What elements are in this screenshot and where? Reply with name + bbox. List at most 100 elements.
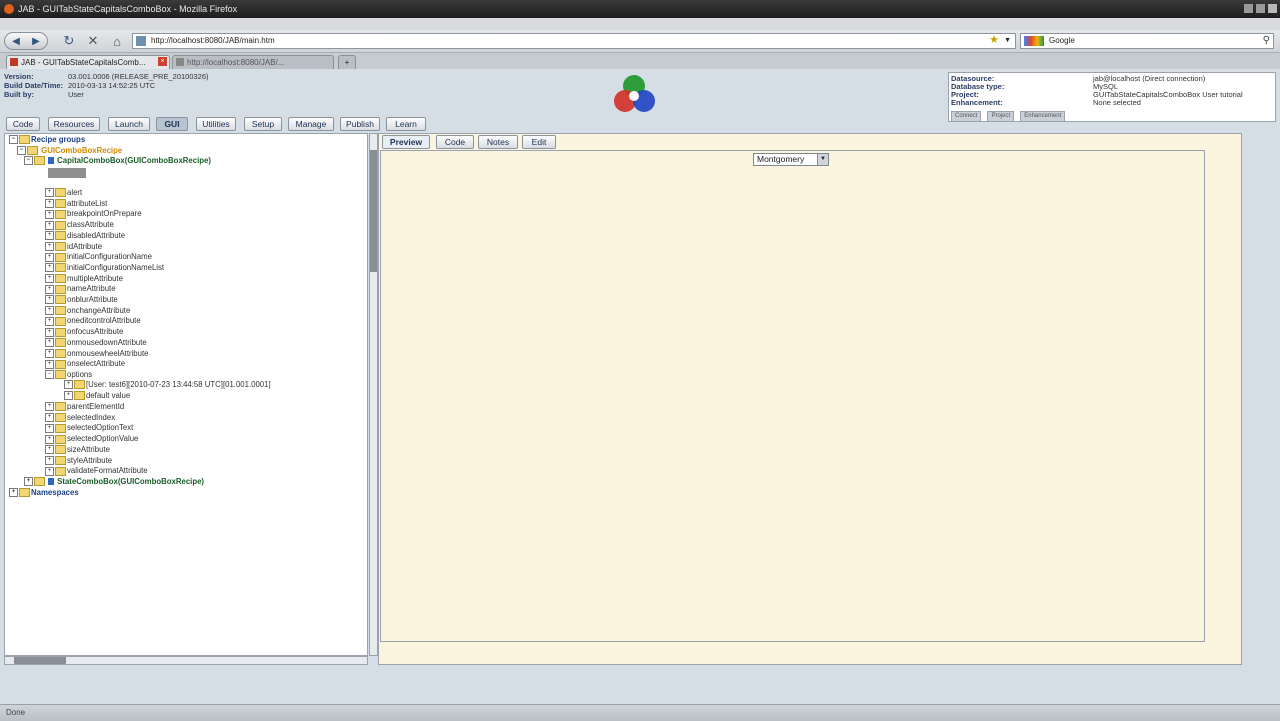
- expand-icon[interactable]: +: [45, 231, 54, 241]
- browser-tab[interactable]: http://localhost:8080/JAB/...: [172, 55, 334, 69]
- expand-icon[interactable]: +: [45, 209, 54, 219]
- forward-icon[interactable]: ▶: [26, 36, 46, 47]
- url-dropdown-icon[interactable]: ▼: [1004, 34, 1011, 48]
- expand-icon[interactable]: +: [45, 306, 54, 316]
- expand-icon[interactable]: +: [45, 402, 54, 412]
- tree-node-attribute[interactable]: + styleAttribute: [45, 456, 112, 465]
- tree-node-attribute[interactable]: + disabledAttribute: [45, 231, 125, 241]
- enhancement-button[interactable]: Enhancement: [1020, 111, 1066, 122]
- tab-gui[interactable]: GUI: [156, 117, 188, 131]
- expand-icon[interactable]: +: [45, 327, 54, 337]
- new-tab-button[interactable]: +: [338, 55, 356, 69]
- expand-icon[interactable]: +: [45, 316, 54, 326]
- expand-icon[interactable]: +: [45, 295, 54, 305]
- expand-icon[interactable]: +: [9, 488, 18, 498]
- expand-icon[interactable]: +: [45, 199, 54, 209]
- tab-setup[interactable]: Setup: [244, 117, 282, 131]
- tab-code[interactable]: Code: [6, 117, 40, 131]
- capital-combobox[interactable]: Montgomery ▼: [753, 153, 829, 166]
- tree-node-capital-combobox[interactable]: − CapitalComboBox(GUIComboBoxRecipe): [24, 156, 211, 166]
- connect-button[interactable]: Connect: [951, 111, 982, 122]
- expand-icon[interactable]: +: [45, 455, 54, 465]
- collapse-icon[interactable]: −: [45, 370, 54, 380]
- browser-tab-active[interactable]: JAB - GUITabStateCapitalsComb... ×: [6, 55, 170, 69]
- expand-icon[interactable]: +: [64, 380, 73, 390]
- tab-publish[interactable]: Publish: [340, 117, 380, 131]
- tree-node-attribute[interactable]: + onblurAttribute: [45, 295, 118, 305]
- search-bar[interactable]: Google ⚲: [1020, 33, 1274, 49]
- chevron-down-icon[interactable]: ▼: [817, 154, 828, 165]
- stop-icon[interactable]: ✕: [84, 32, 102, 50]
- tree-node-attribute[interactable]: + selectedIndex: [45, 413, 115, 423]
- tree-node-attribute[interactable]: + multipleAttribute: [45, 274, 123, 284]
- tab-manage[interactable]: Manage: [288, 117, 334, 131]
- expand-icon[interactable]: +: [45, 348, 54, 358]
- reload-icon[interactable]: ↻: [60, 32, 78, 50]
- expand-icon[interactable]: +: [45, 241, 54, 251]
- tree-node-attribute[interactable]: + initialConfigurationName: [45, 252, 152, 262]
- minimize-icon[interactable]: [1244, 4, 1253, 13]
- tree-node-attribute[interactable]: + sizeAttribute: [45, 445, 110, 455]
- tree-node-attribute[interactable]: + classAttribute: [45, 220, 114, 230]
- expand-icon[interactable]: +: [24, 477, 33, 487]
- tree-node-group[interactable]: − GUIComboBoxRecipe: [17, 146, 122, 156]
- horizontal-scroll-thumb[interactable]: [14, 657, 66, 664]
- collapse-icon[interactable]: −: [24, 156, 33, 166]
- expand-icon[interactable]: +: [45, 359, 54, 369]
- maximize-icon[interactable]: [1256, 4, 1265, 13]
- expand-icon[interactable]: +: [45, 252, 54, 262]
- tree-node-attribute[interactable]: + nameAttribute: [45, 284, 116, 294]
- tree-node-attribute[interactable]: + initialConfigurationNameList: [45, 263, 164, 273]
- tree-node-attribute[interactable]: + onchangeAttribute: [45, 306, 130, 316]
- back-forward-buttons[interactable]: ◀ ▶: [4, 32, 48, 50]
- expand-icon[interactable]: +: [45, 338, 54, 348]
- back-icon[interactable]: ◀: [6, 36, 26, 47]
- tree-node-attribute[interactable]: + attributeList: [45, 199, 107, 209]
- tab-resources[interactable]: Resources: [48, 117, 100, 131]
- tree-node-attribute[interactable]: + onfocusAttribute: [45, 327, 123, 337]
- tree-node-recipe-groups[interactable]: − Recipe groups: [9, 135, 85, 145]
- expand-icon[interactable]: +: [45, 263, 54, 273]
- tab-edit[interactable]: Edit: [522, 135, 556, 149]
- expand-icon[interactable]: +: [64, 391, 73, 401]
- tree-node-state-combobox[interactable]: + StateComboBox(GUIComboBoxRecipe): [24, 477, 204, 487]
- home-icon[interactable]: ⌂: [108, 32, 126, 50]
- close-tab-icon[interactable]: ×: [158, 57, 167, 66]
- expand-icon[interactable]: +: [45, 284, 54, 294]
- tree-node-attribute[interactable]: − options: [45, 370, 92, 380]
- search-icon[interactable]: ⚲: [1263, 34, 1270, 48]
- tree-node-default-value[interactable]: + default value: [64, 391, 130, 401]
- expand-icon[interactable]: +: [45, 274, 54, 284]
- tree-node-attribute[interactable]: + validateFormatAttribute: [45, 466, 148, 476]
- expand-icon[interactable]: +: [45, 220, 54, 230]
- tab-launch[interactable]: Launch: [108, 117, 150, 131]
- expand-icon[interactable]: +: [45, 466, 54, 476]
- tree-node-attribute[interactable]: + onmousedownAttribute: [45, 338, 147, 348]
- tab-code-view[interactable]: Code: [436, 135, 474, 149]
- collapse-icon[interactable]: −: [17, 146, 26, 156]
- tree-node-attribute[interactable]: + breakpointOnPrepare: [45, 209, 142, 219]
- collapse-icon[interactable]: −: [9, 135, 18, 145]
- close-window-icon[interactable]: [1268, 4, 1277, 13]
- tree-node-attribute[interactable]: + oneditcontrolAttribute: [45, 316, 141, 326]
- tree-node-attribute[interactable]: + parentElementId: [45, 402, 124, 412]
- site-identity-icon[interactable]: [136, 36, 146, 46]
- tree-node-attribute[interactable]: + idAttribute: [45, 242, 102, 251]
- project-button[interactable]: Project: [987, 111, 1015, 122]
- url-bar[interactable]: http://localhost:8080/JAB/main.htm ★ ▼: [132, 33, 1016, 49]
- expand-icon[interactable]: +: [45, 413, 54, 423]
- tree-node-attribute[interactable]: + onmousewheelAttribute: [45, 349, 148, 358]
- tree-node-attribute[interactable]: + alert: [45, 188, 82, 198]
- bookmark-star-icon[interactable]: ★: [989, 33, 999, 47]
- tab-utilities[interactable]: Utilities: [196, 117, 236, 131]
- tab-notes[interactable]: Notes: [478, 135, 518, 149]
- expand-icon[interactable]: +: [45, 188, 54, 198]
- tree-node-option-instance[interactable]: + [User: test6][2010-07-23 13:44:58 UTC][…: [64, 380, 271, 390]
- tab-preview[interactable]: Preview: [382, 135, 430, 149]
- tree-node-attribute[interactable]: + onselectAttribute: [45, 359, 125, 369]
- recipe-action-button[interactable]: [48, 168, 86, 178]
- tab-learn[interactable]: Learn: [386, 117, 426, 131]
- tree-node-namespaces[interactable]: + Namespaces: [9, 488, 79, 498]
- expand-icon[interactable]: +: [45, 423, 54, 433]
- expand-icon[interactable]: +: [45, 434, 54, 444]
